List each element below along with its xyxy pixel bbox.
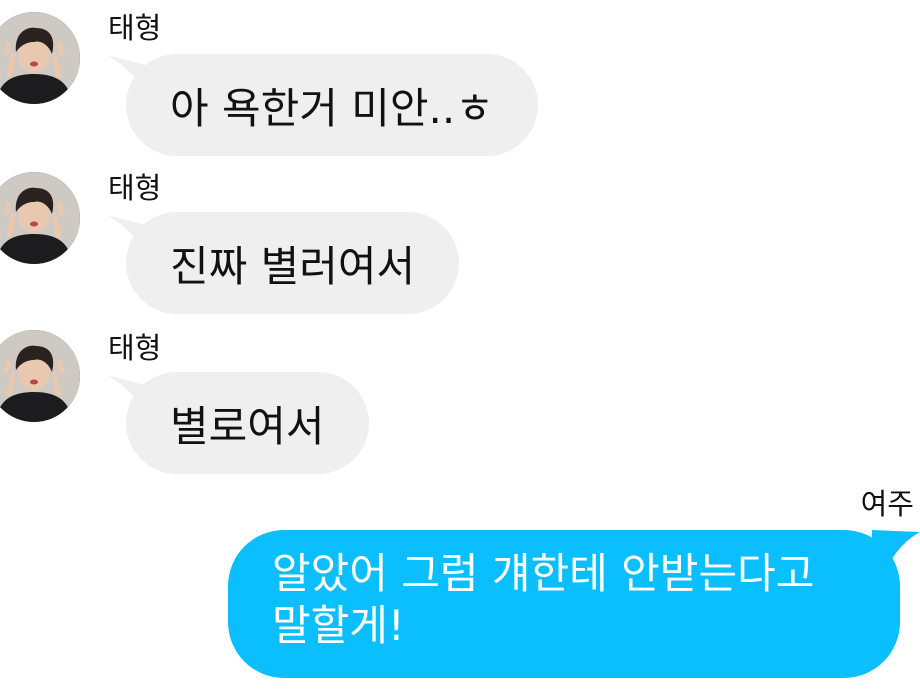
chat-thread: 태형 아 욕한거 미안..ㅎ 태형 진짜 별러여서 태형 별로여서 여주 알았어…	[0, 0, 920, 690]
message-bubble[interactable]: 별로여서	[126, 372, 369, 474]
sender-name: 태형	[108, 331, 162, 365]
sender-name: 태형	[108, 11, 162, 45]
sender-avatar[interactable]	[0, 172, 80, 264]
sender-name: 태형	[108, 171, 162, 205]
own-sender-name: 여주	[860, 487, 914, 521]
own-message-bubble[interactable]: 알았어 그럼 걔한테 안받는다고 말할게!	[228, 530, 900, 678]
message-line: 말할게!	[272, 601, 405, 650]
message-line: 알았어 그럼 걔한테 안받는다고	[272, 549, 815, 598]
message-bubble[interactable]: 아 욕한거 미안..ㅎ	[126, 54, 538, 156]
message-bubble[interactable]: 진짜 별러여서	[126, 212, 460, 314]
sender-avatar[interactable]	[0, 330, 80, 422]
sender-avatar[interactable]	[0, 12, 80, 104]
